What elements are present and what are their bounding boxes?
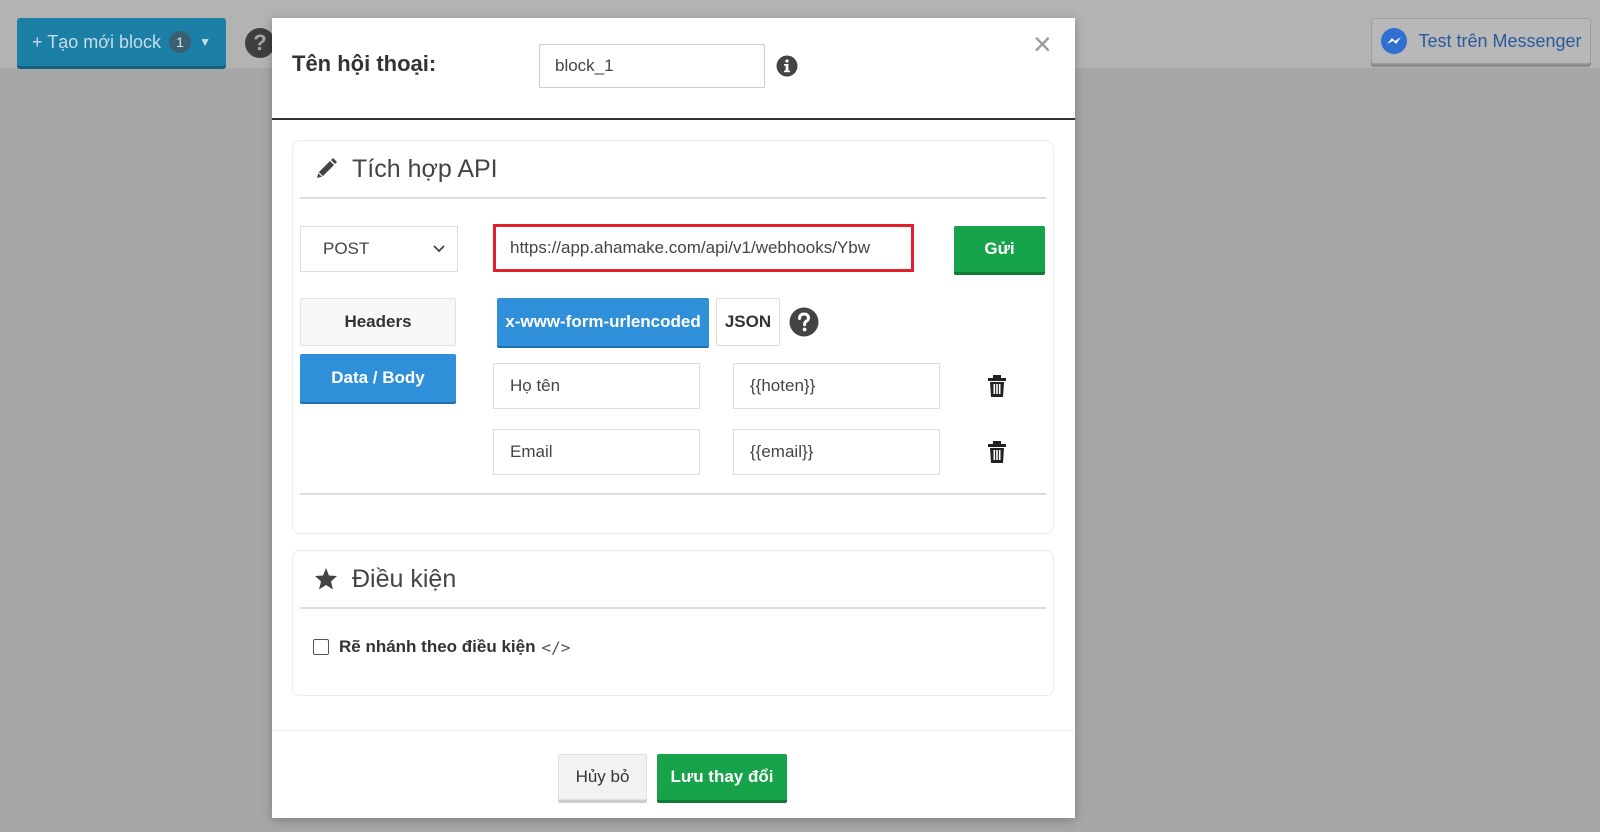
tab-headers[interactable]: Headers bbox=[300, 298, 456, 346]
api-integration-panel: Tích hợp API POST https://app.ahamake.co… bbox=[292, 140, 1054, 534]
save-changes-button[interactable]: Lưu thay đổi bbox=[657, 754, 787, 800]
condition-panel-header: Điều kiện bbox=[300, 551, 1046, 609]
chevron-down-icon bbox=[433, 245, 445, 253]
condition-section-title: Điều kiện bbox=[352, 564, 457, 593]
pencil-icon bbox=[317, 158, 337, 178]
tab-data-body[interactable]: Data / Body bbox=[300, 354, 456, 402]
conversation-name-label: Tên hội thoại: bbox=[292, 51, 437, 76]
http-method-value: POST bbox=[323, 239, 370, 258]
panel-divider bbox=[300, 493, 1046, 495]
messenger-label: Test trên Messenger bbox=[1418, 30, 1582, 51]
trash-icon[interactable] bbox=[986, 440, 1008, 464]
modal-header: Tên hội thoại: × bbox=[272, 18, 1075, 120]
trash-icon[interactable] bbox=[986, 374, 1008, 398]
close-icon[interactable]: × bbox=[1033, 28, 1052, 60]
api-url-input[interactable]: https://app.ahamake.com/api/v1/webhooks/… bbox=[493, 224, 914, 272]
api-panel-header: Tích hợp API bbox=[300, 141, 1046, 199]
param-key-input[interactable]: Họ tên bbox=[493, 363, 700, 409]
branch-condition-label: Rẽ nhánh theo điều kiện bbox=[339, 637, 536, 656]
help-icon[interactable]: ? bbox=[245, 28, 275, 58]
star-icon bbox=[315, 568, 337, 590]
question-circle-icon[interactable] bbox=[789, 307, 819, 337]
modal-footer: Hủy bỏ Lưu thay đổi bbox=[272, 730, 1075, 819]
format-json-button[interactable]: JSON bbox=[716, 298, 780, 346]
caret-down-icon: ▼ bbox=[199, 35, 211, 49]
param-value-text: {{email}} bbox=[750, 442, 814, 461]
info-icon[interactable] bbox=[776, 55, 798, 77]
api-section-title: Tích hợp API bbox=[352, 154, 498, 183]
code-icon: </> bbox=[541, 637, 571, 657]
branch-condition-checkbox[interactable] bbox=[313, 639, 329, 655]
messenger-icon bbox=[1381, 28, 1408, 54]
cancel-button[interactable]: Hủy bỏ bbox=[558, 754, 647, 800]
create-block-label: + Tạo mới block bbox=[32, 31, 162, 52]
send-button[interactable]: Gửi bbox=[954, 226, 1045, 272]
format-urlencoded-button[interactable]: x-www-form-urlencoded bbox=[497, 298, 709, 346]
block-modal: Tên hội thoại: × Tích hợp API POST bbox=[272, 18, 1075, 818]
param-key-value: Email bbox=[510, 442, 553, 461]
branch-condition-row: Rẽ nhánh theo điều kiện </> bbox=[313, 637, 570, 657]
condition-panel: Điều kiện Rẽ nhánh theo điều kiện </> bbox=[292, 550, 1054, 696]
test-messenger-button[interactable]: Test trên Messenger bbox=[1371, 18, 1591, 64]
param-key-value: Họ tên bbox=[510, 376, 561, 395]
param-value-text: {{hoten}} bbox=[750, 376, 816, 395]
param-value-input[interactable]: {{email}} bbox=[733, 429, 940, 475]
http-method-select[interactable]: POST bbox=[300, 226, 458, 272]
block-count-badge: 1 bbox=[169, 31, 192, 53]
api-url-value: https://app.ahamake.com/api/v1/webhooks/… bbox=[510, 238, 871, 257]
param-value-input[interactable]: {{hoten}} bbox=[733, 363, 940, 409]
param-key-input[interactable]: Email bbox=[493, 429, 700, 475]
create-block-button[interactable]: + Tạo mới block 1 ▼ bbox=[17, 18, 226, 66]
conversation-name-input[interactable] bbox=[539, 44, 765, 88]
